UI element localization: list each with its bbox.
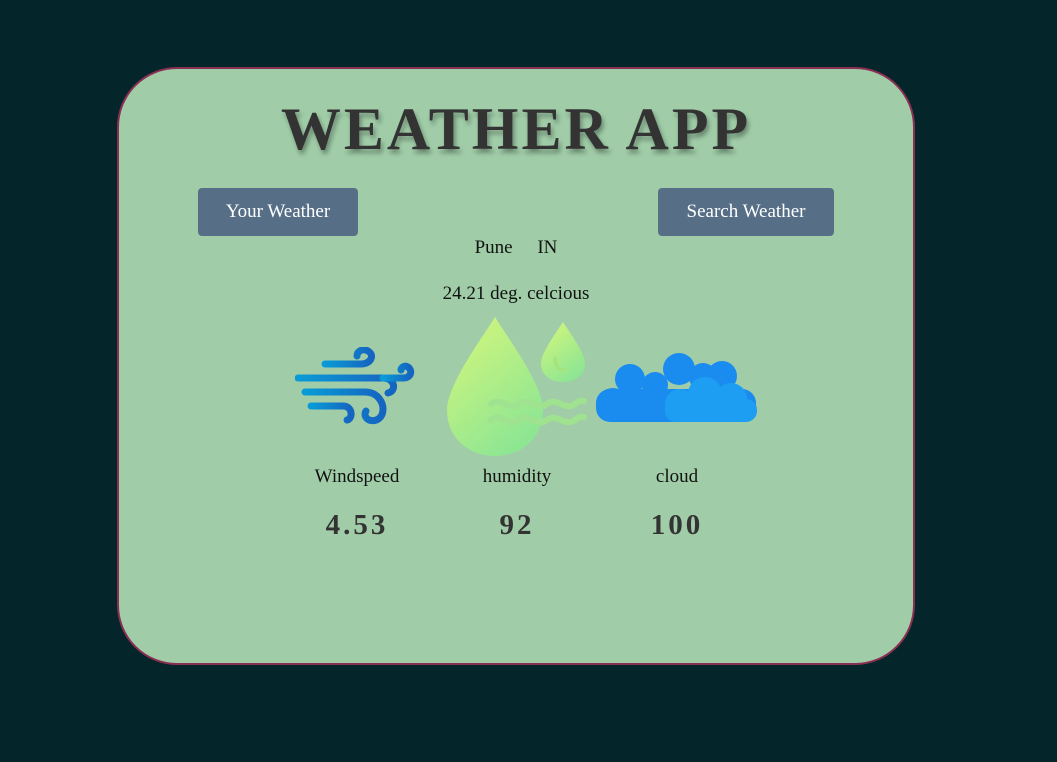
- search-weather-tab[interactable]: Search Weather: [658, 188, 834, 236]
- windspeed-value: 4.53: [325, 509, 389, 541]
- temperature-display: 24.21 deg. celcious: [442, 283, 590, 304]
- location-display: Pune IN: [119, 237, 913, 259]
- cloud-value: 100: [650, 509, 704, 541]
- windspeed-label: Windspeed: [314, 466, 400, 487]
- cloud-icon: [596, 353, 757, 422]
- country-code: IN: [537, 237, 558, 258]
- app-title: WEATHER APP: [280, 96, 752, 162]
- humidity-icon: [447, 317, 587, 456]
- your-weather-tab[interactable]: Your Weather: [198, 188, 358, 236]
- humidity-value: 92: [499, 509, 535, 541]
- city-name: Pune: [474, 237, 513, 258]
- cloud-label: cloud: [655, 466, 699, 487]
- weather-card: WEATHER APP Your Weather Search Weather …: [117, 67, 915, 665]
- wind-icon: [295, 347, 415, 425]
- humidity-label: humidity: [482, 466, 552, 487]
